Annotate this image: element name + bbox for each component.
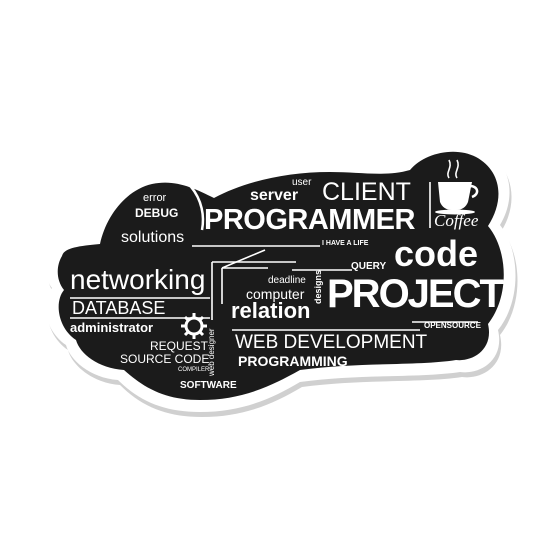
word-server: server	[250, 187, 299, 204]
word-web-development: WEB DEVELOPMENT	[235, 332, 428, 353]
word-networking: networking	[70, 264, 206, 295]
sticker-stage: error DEBUG solutions user server CLIENT…	[0, 0, 554, 554]
word-coffee: Coffee	[434, 211, 479, 230]
word-debug: DEBUG	[135, 206, 179, 220]
word-web-designer: web designer	[207, 328, 216, 376]
word-database: DATABASE	[72, 298, 166, 318]
word-programming: PROGRAMMING	[238, 353, 348, 369]
word-source-code: SOURCE CODE	[120, 352, 210, 366]
word-compiler: COMPILER	[178, 367, 210, 373]
word-client: CLIENT	[322, 178, 411, 206]
word-query: QUERY	[351, 261, 387, 272]
word-error: error	[143, 192, 167, 204]
word-software: SOFTWARE	[180, 380, 237, 391]
word-i-have-a-life: I HAVE A LIFE	[322, 240, 369, 247]
word-programmer: PROGRAMMER	[204, 204, 415, 236]
word-code: code	[394, 233, 479, 274]
word-project: PROJECT	[327, 272, 504, 316]
word-administrator: administrator	[70, 320, 154, 335]
word-deadline: deadline	[268, 275, 306, 286]
word-opensource: OPENSOURCE	[424, 321, 481, 330]
word-designs: designs	[313, 269, 323, 304]
word-solutions: solutions	[121, 229, 185, 246]
word-relation: relation	[231, 298, 311, 323]
word-request: REQUEST	[150, 339, 209, 353]
